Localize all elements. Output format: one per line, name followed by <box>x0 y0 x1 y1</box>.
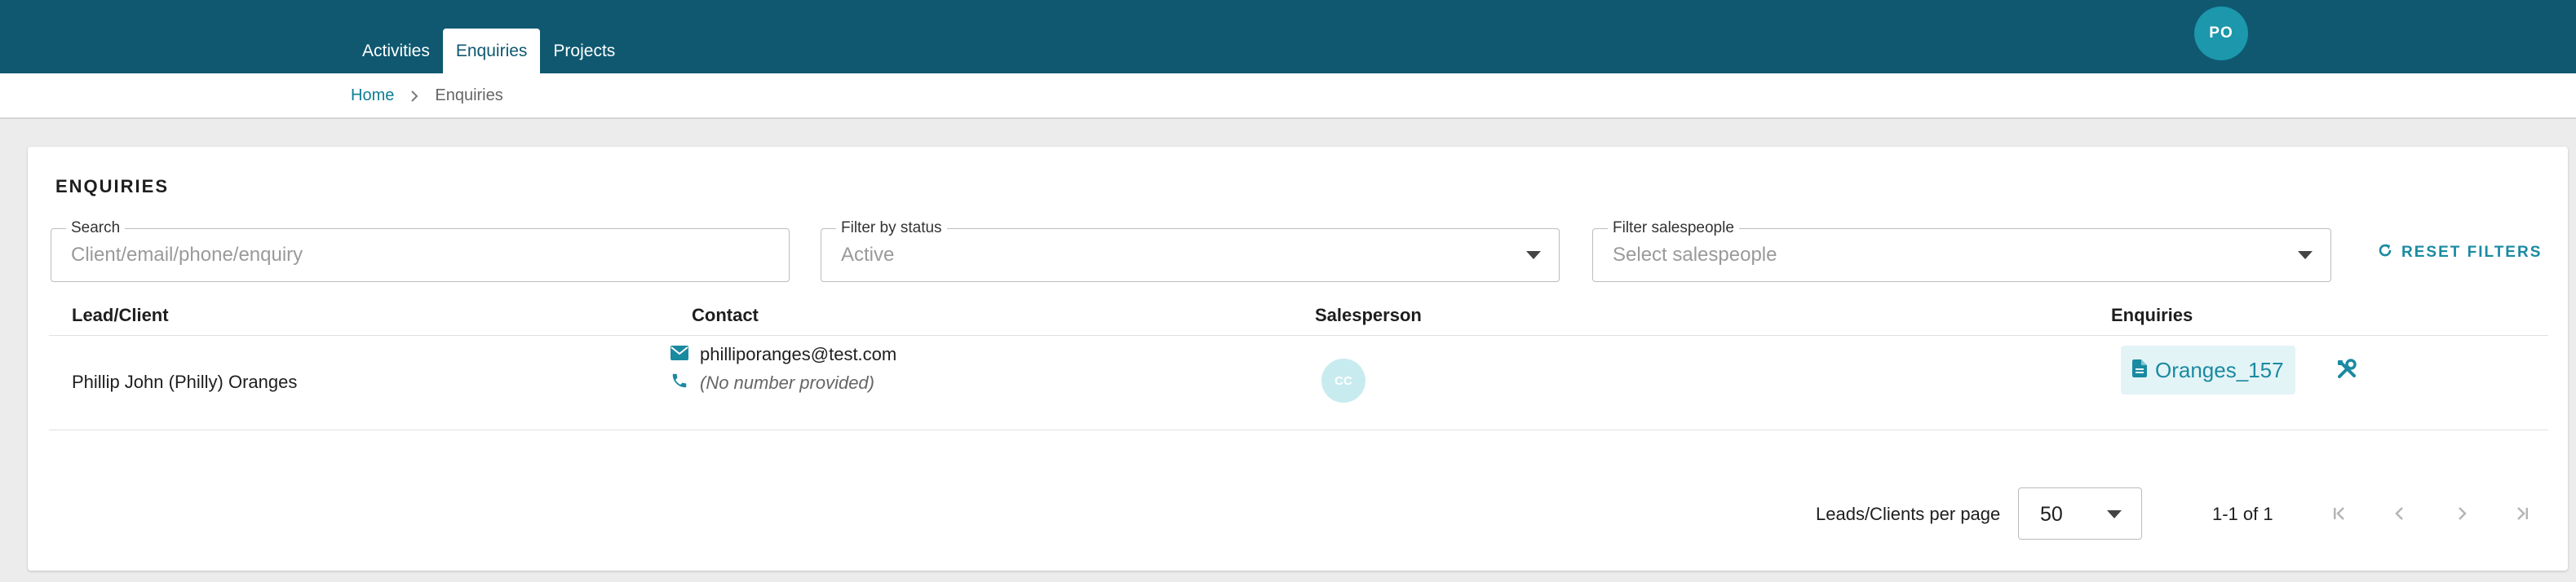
search-input[interactable] <box>71 242 743 268</box>
tab-activities[interactable]: Activities <box>349 29 443 73</box>
previous-page-button[interactable] <box>2382 496 2418 531</box>
search-label: Search <box>66 219 126 237</box>
phone-text: (No number provided) <box>700 373 874 393</box>
phone-icon <box>671 372 688 395</box>
per-page-label: Leads/Clients per page <box>1816 504 2001 524</box>
envelope-icon <box>671 344 688 365</box>
last-page-icon <box>2517 507 2528 520</box>
caret-down-icon <box>1526 251 1541 259</box>
chevron-right-icon <box>410 90 418 102</box>
tools-icon[interactable] <box>2336 359 2357 384</box>
tab-projects[interactable]: Projects <box>540 29 628 73</box>
status-filter-label: Filter by status <box>836 219 947 237</box>
contact-phone: (No number provided) <box>671 372 874 395</box>
status-filter-select[interactable]: Filter by status Active <box>821 219 1560 282</box>
reset-filters-button[interactable]: RESET FILTERS <box>2377 235 2542 271</box>
caret-down-icon <box>2107 510 2122 518</box>
page-title: ENQUIRIES <box>55 176 170 196</box>
breadcrumb-home-link[interactable]: Home <box>351 86 394 105</box>
salespeople-filter-value: Select salespeople <box>1613 244 1777 266</box>
caret-down-icon <box>2298 251 2313 259</box>
chevron-right-icon <box>2459 507 2467 520</box>
search-field: Search <box>51 219 790 282</box>
salespeople-filter-select[interactable]: Filter salespeople Select salespeople <box>1592 219 2331 282</box>
user-avatar[interactable]: PO <box>2194 7 2248 60</box>
column-header-contact[interactable]: Contact <box>692 305 759 326</box>
refresh-icon <box>2377 242 2393 263</box>
nav-tabs: Activities Enquiries Projects <box>349 29 628 73</box>
salesperson-avatar[interactable]: CC <box>1321 359 1365 403</box>
last-page-button[interactable] <box>2504 496 2540 531</box>
column-header-client[interactable]: Lead/Client <box>72 305 169 326</box>
enquiry-label: Oranges_157 <box>2155 357 2284 382</box>
first-page-icon <box>2334 507 2344 520</box>
tab-enquiries[interactable]: Enquiries <box>442 29 541 73</box>
next-page-button[interactable] <box>2444 496 2480 531</box>
breadcrumb-current: Enquiries <box>435 86 503 104</box>
document-icon <box>2132 358 2147 383</box>
status-filter-value: Active <box>841 244 895 266</box>
breadcrumb-bar: Home Enquiries <box>0 73 2576 119</box>
table-row[interactable]: Phillip John (Philly) Oranges phillipora… <box>49 336 2548 430</box>
contact-email: philliporanges@test.com <box>671 344 896 365</box>
per-page-value: 50 <box>2040 503 2063 526</box>
top-nav-bar: Activities Enquiries Projects PO <box>0 0 2576 73</box>
chevron-left-icon <box>2395 507 2403 520</box>
reset-filters-label: RESET FILTERS <box>2401 244 2543 261</box>
column-header-salesperson[interactable]: Salesperson <box>1315 305 1422 326</box>
table-header: Lead/Client Contact Salesperson Enquirie… <box>49 292 2548 336</box>
salespeople-filter-label: Filter salespeople <box>1608 219 1739 237</box>
first-page-button[interactable] <box>2321 496 2357 531</box>
email-text[interactable]: philliporanges@test.com <box>700 344 896 365</box>
enquiry-chip[interactable]: Oranges_157 <box>2121 346 2295 395</box>
pagination-range: 1-1 of 1 <box>2212 504 2273 524</box>
enquiries-card: ENQUIRIES Search Filter by status Active… <box>28 147 2568 571</box>
column-header-enquiries[interactable]: Enquiries <box>2111 305 2193 326</box>
client-name[interactable]: Phillip John (Philly) Oranges <box>72 372 297 393</box>
pagination: Leads/Clients per page 50 1-1 of 1 <box>28 487 2568 541</box>
breadcrumb: Home Enquiries <box>351 86 503 105</box>
per-page-select[interactable]: 50 <box>2018 487 2142 540</box>
